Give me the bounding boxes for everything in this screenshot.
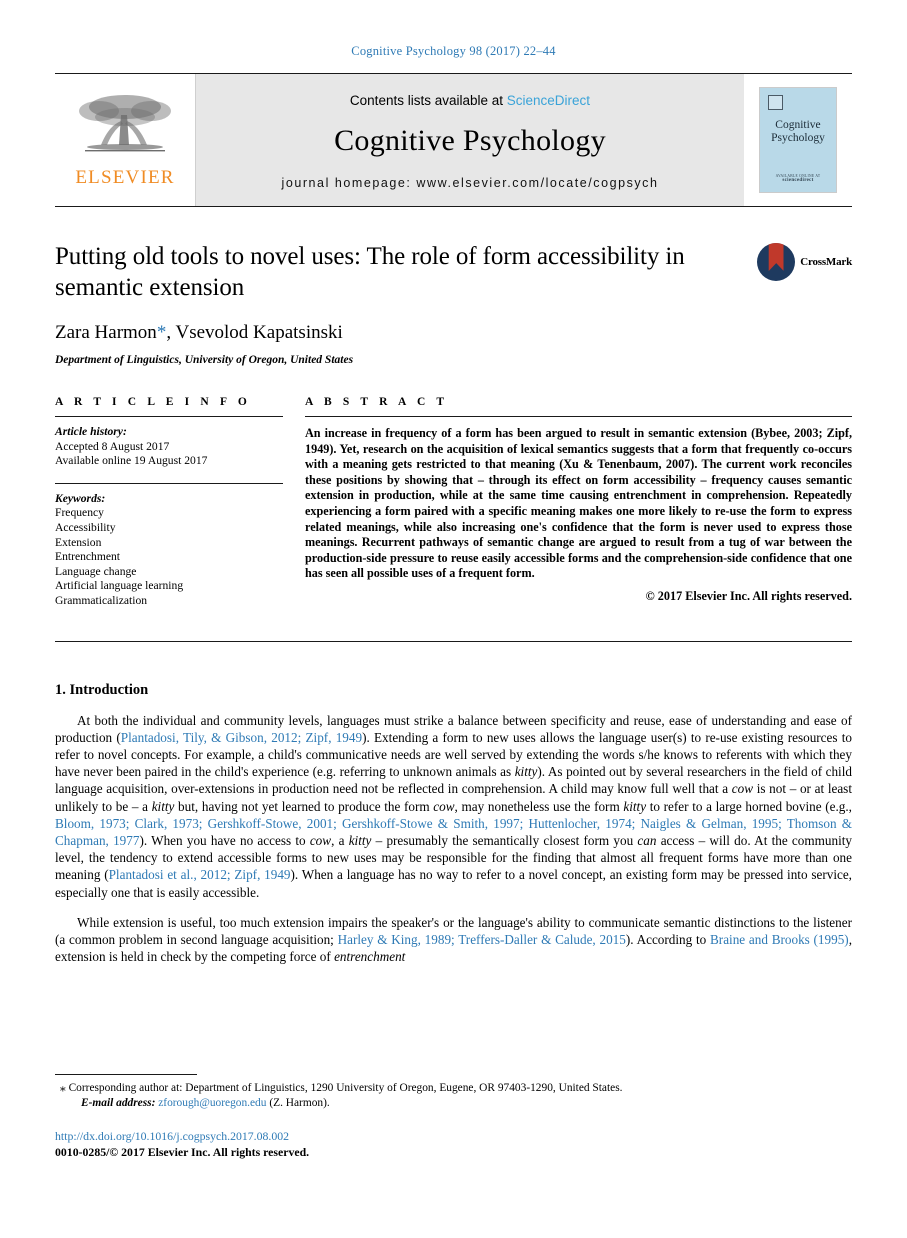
keyword-item: Extension [55, 535, 102, 549]
abstract-copyright: © 2017 Elsevier Inc. All rights reserved… [645, 588, 852, 603]
keyword-item: Accessibility [55, 520, 116, 534]
italic-term: kitty [514, 764, 538, 780]
issn-copyright-line: 0010-0285/© 2017 Elsevier Inc. All right… [55, 1145, 310, 1159]
crossmark-label: CrossMark [800, 256, 852, 268]
contents-prefix: Contents lists available at [349, 92, 504, 108]
keywords-label: Keywords: [55, 491, 106, 505]
cover-publisher-mark-icon [768, 95, 783, 110]
corresponding-author-marker: * [156, 322, 167, 343]
author-name-1: Zara Harmon [55, 322, 157, 343]
keyword-item: Entrenchment [55, 550, 121, 564]
publisher-logo: ELSEVIER [55, 74, 196, 206]
section-divider [55, 640, 852, 642]
keyword-item: Frequency [55, 506, 104, 520]
text-run: to refer to a large horned bovine (e.g., [646, 798, 852, 814]
abstract-column: A B S T R A C T An increase in frequency… [305, 396, 852, 609]
keyword-item: Artificial language learning [55, 579, 184, 593]
text-run: – presumably the semantically closest fo… [371, 832, 638, 848]
page-footer: ⁎ Corresponding author at: Department of… [55, 1074, 852, 1160]
journal-title: Cognitive Psychology [334, 123, 606, 157]
author-list: Zara Harmon*, Vsevolod Kapatsinski [55, 322, 743, 344]
cover-footer-brand: sciencedirect [782, 178, 814, 183]
crossmark-badge[interactable]: CrossMark [757, 243, 852, 281]
section-heading-introduction: 1. Introduction [55, 681, 149, 698]
affiliation: Department of Linguistics, University of… [55, 354, 354, 366]
intro-paragraph-2: While extension is useful, too much exte… [55, 914, 852, 966]
masthead-center: Contents lists available at ScienceDirec… [196, 74, 744, 206]
italic-term: can [637, 832, 657, 848]
contents-available-line: Contents lists available at ScienceDirec… [350, 93, 590, 108]
keywords-list: Keywords: Frequency Accessibility Extens… [55, 492, 283, 609]
article-info-heading: A R T I C L E I N F O [55, 396, 251, 408]
italic-term: cow [433, 798, 455, 814]
email-note: E-mail address: zforough@uoregon.edu (Z.… [55, 1096, 852, 1111]
keyword-item: Language change [55, 564, 137, 578]
footnote-divider [55, 1074, 197, 1075]
journal-cover-thumbnail[interactable]: Cognitive Psychology AVAILABLE ONLINE AT… [744, 74, 852, 206]
abstract-divider [305, 416, 852, 417]
citation-link[interactable]: Plantadosi et al., 2012; Zipf, 1949 [109, 867, 291, 882]
article-history-item: Accepted 8 August 2017 [55, 439, 170, 453]
text-run: ). When you have no access to [139, 832, 310, 848]
text-run: , may nonetheless use the form [454, 798, 624, 814]
italic-term: kitty [623, 798, 647, 814]
elsevier-wordmark: ELSEVIER [75, 167, 175, 188]
article-history-item: Available online 19 August 2017 [55, 454, 208, 468]
italic-term: kitty [348, 832, 372, 848]
email-link[interactable]: zforough@uoregon.edu [158, 1097, 266, 1109]
italic-term: cow [309, 832, 332, 848]
keyword-item: Grammaticalization [55, 593, 148, 607]
article-info-divider [55, 416, 283, 417]
intro-paragraph-1: At both the individual and community lev… [55, 712, 852, 901]
email-owner: (Z. Harmon). [269, 1097, 330, 1109]
text-run: , a [331, 832, 349, 848]
crossmark-icon [757, 243, 796, 281]
italic-term: cow [731, 781, 754, 797]
journal-masthead: ELSEVIER Contents lists available at Sci… [55, 73, 852, 207]
sciencedirect-link[interactable]: ScienceDirect [507, 93, 590, 108]
journal-homepage-link[interactable]: journal homepage: www.elsevier.com/locat… [282, 176, 659, 190]
corresponding-author-text: Corresponding author at: Department of L… [68, 1082, 623, 1094]
citation-link[interactable]: Plantadosi, Tily, & Gibson, 2012; Zipf, … [121, 730, 362, 745]
article-page: Cognitive Psychology 98 (2017) 22–44 ELS… [0, 0, 907, 1238]
keywords-divider [55, 482, 283, 484]
cover-footer: AVAILABLE ONLINE AT sciencedirect [760, 174, 836, 183]
abstract-text: An increase in frequency of a form has b… [305, 426, 852, 581]
citation-link[interactable]: Braine and Brooks (1995) [710, 932, 849, 947]
corresponding-author-note: ⁎ Corresponding author at: Department of… [55, 1081, 852, 1096]
text-run: ). According to [625, 931, 710, 947]
elsevier-tree-icon [79, 95, 171, 152]
article-info-column: A R T I C L E I N F O Article history: A… [55, 396, 305, 609]
footnote-marker-icon: ⁎ [60, 1082, 66, 1094]
article-history-label: Article history: [55, 425, 127, 438]
running-head: Cognitive Psychology 98 (2017) 22–44 [351, 44, 556, 58]
article-history: Article history: Accepted 8 August 2017 … [55, 425, 283, 469]
email-label: E-mail address: [81, 1097, 156, 1109]
italic-term: entrenchment [334, 949, 406, 965]
cover-title-line2: Psychology [771, 132, 825, 144]
page-title: Putting old tools to novel uses: The rol… [55, 243, 685, 301]
citation-link[interactable]: Harley & King, 1989; Treffers-Daller & C… [338, 932, 626, 947]
italic-term: kitty [151, 798, 175, 814]
doi-link[interactable]: http://dx.doi.org/10.1016/j.cogpsych.201… [55, 1129, 852, 1144]
title-block: Putting old tools to novel uses: The rol… [55, 241, 852, 366]
info-abstract-section: A R T I C L E I N F O Article history: A… [55, 396, 852, 609]
cover-title-line1: Cognitive [775, 119, 821, 131]
cover-title: Cognitive Psychology [771, 119, 825, 145]
abstract-heading: A B S T R A C T [305, 396, 449, 408]
text-run: but, having not yet learned to produce t… [174, 798, 434, 814]
author-name-2: Vsevolod Kapatsinski [175, 322, 343, 343]
